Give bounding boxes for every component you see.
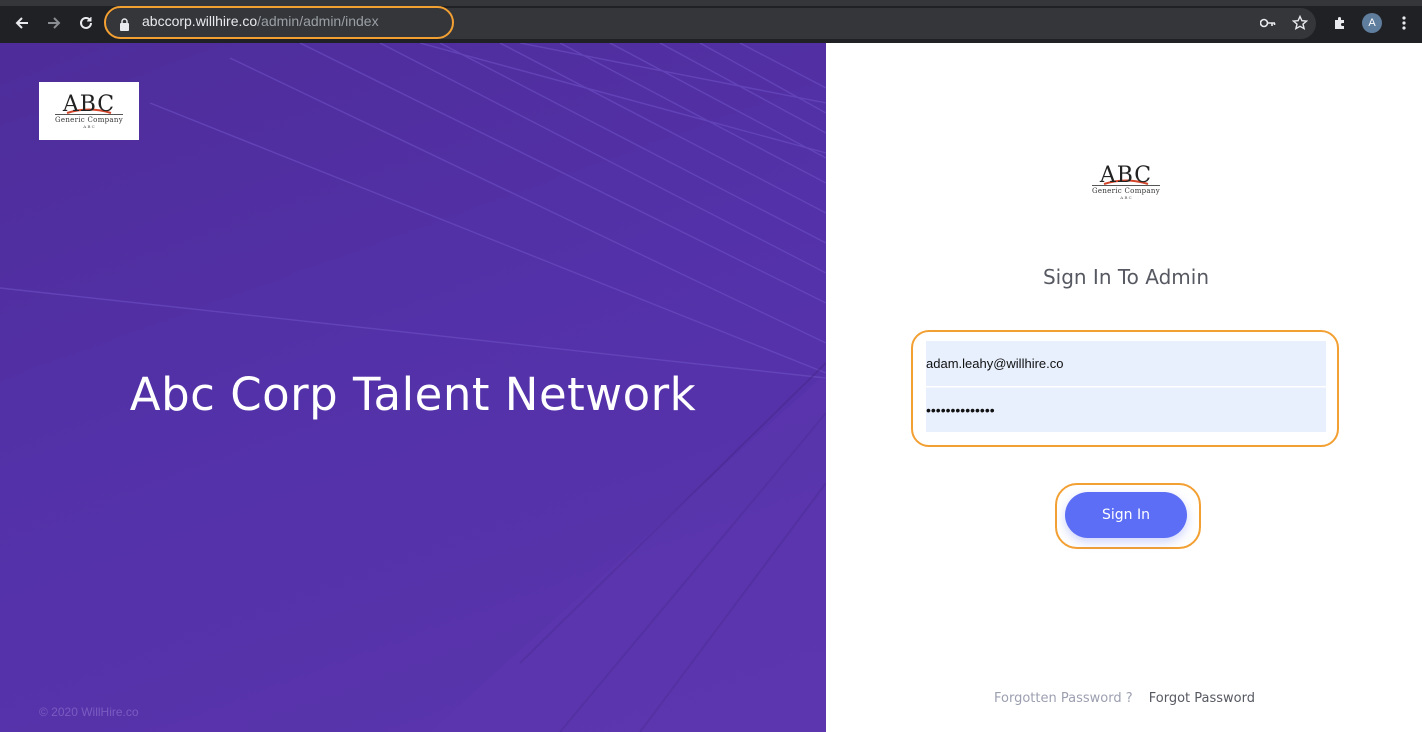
logo-sub-text: A B C <box>1120 195 1132 200</box>
lock-icon[interactable] <box>119 16 130 35</box>
extensions-icon[interactable] <box>1330 12 1350 34</box>
reload-icon[interactable] <box>75 12 97 34</box>
forgot-password-link[interactable]: Forgot Password <box>1149 691 1255 706</box>
star-icon[interactable] <box>1290 12 1310 34</box>
hero-title: Abc Corp Talent Network <box>129 368 697 421</box>
login-company-logo: ABC Generic Company A B C <box>1086 165 1166 205</box>
email-field[interactable]: adam.leahy@willhire.co <box>926 341 1326 386</box>
login-panel: ABC Generic Company A B C Sign In To Adm… <box>826 43 1422 732</box>
key-icon[interactable] <box>1258 12 1278 34</box>
profile-avatar[interactable]: A <box>1362 13 1382 33</box>
url-text[interactable]: abccorp.willhire.co/admin/admin/index <box>142 13 379 29</box>
sign-in-button[interactable]: Sign In <box>1065 492 1187 538</box>
logo-sub-text: A B C <box>83 123 95 129</box>
password-value: •••••••••••••• <box>926 402 995 418</box>
back-icon[interactable] <box>11 12 33 34</box>
url-path: /admin/admin/index <box>257 13 379 29</box>
email-value: adam.leahy@willhire.co <box>926 356 1064 371</box>
forgot-password-row: Forgotten Password ? Forgot Password <box>994 691 1255 706</box>
logo-abc-text: ABC <box>1099 163 1153 188</box>
browser-toolbar: abccorp.willhire.co/admin/admin/index A <box>0 0 1422 43</box>
menu-icon[interactable] <box>1396 12 1412 34</box>
forgotten-password-text: Forgotten Password ? <box>994 691 1133 706</box>
page-title: Sign In To Admin <box>1042 265 1210 289</box>
hero-company-logo: ABC Generic Company A B C <box>39 82 139 140</box>
forward-icon[interactable] <box>43 12 65 34</box>
password-field[interactable]: •••••••••••••• <box>926 387 1326 432</box>
hero-panel: ABC Generic Company A B C Abc Corp Talen… <box>0 43 826 732</box>
copyright-text: © 2020 WillHire.co <box>39 705 139 719</box>
logo-abc-text: ABC <box>62 91 116 117</box>
url-host: abccorp.willhire.co <box>142 13 258 29</box>
